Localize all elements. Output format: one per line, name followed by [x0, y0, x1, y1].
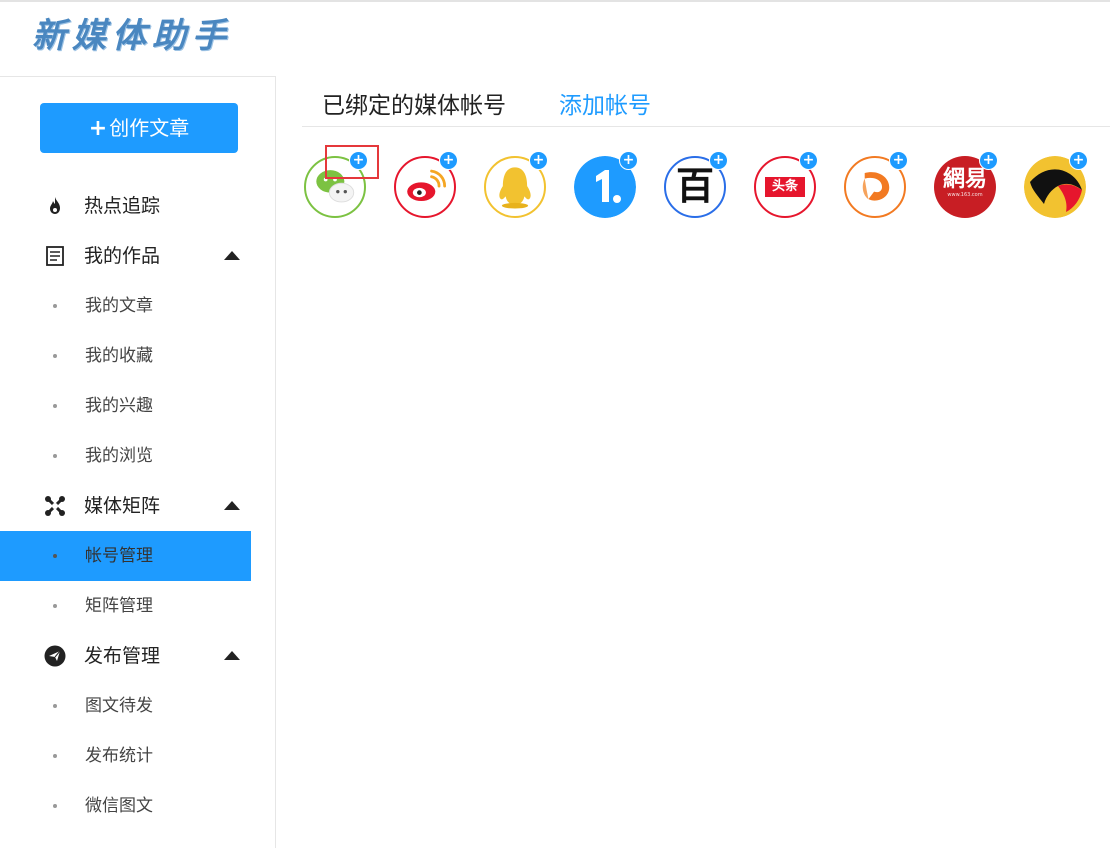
bullet-icon — [53, 454, 57, 458]
tab-bound-accounts[interactable]: 已绑定的媒体帐号 — [322, 86, 506, 120]
bullet-icon — [53, 554, 57, 558]
create-article-label: 创作文章 — [109, 116, 190, 140]
nav-sub-my-articles[interactable]: 我的文章 — [0, 281, 251, 331]
nav-label: 发布管理 — [84, 645, 161, 667]
flame-icon — [50, 197, 60, 214]
nav-label: 媒体矩阵 — [84, 495, 161, 517]
account-tabs: 已绑定的媒体帐号 添加帐号 — [302, 76, 1110, 127]
sub-label: 图文待发 — [85, 696, 153, 716]
sub-label: 矩阵管理 — [85, 596, 153, 616]
add-netease-button[interactable]: + — [979, 151, 998, 170]
caret-up-icon[interactable] — [224, 501, 240, 510]
bullet-icon — [53, 354, 57, 358]
nav-hot-tracking[interactable]: 热点追踪 — [0, 181, 251, 231]
nav-sub-my-favorites[interactable]: 我的收藏 — [0, 331, 251, 381]
add-qq-button[interactable]: + — [529, 151, 548, 170]
add-yidian-button[interactable]: + — [619, 151, 638, 170]
platform-sohu[interactable]: + — [1023, 151, 1088, 218]
nav-label: 我的作品 — [84, 245, 161, 267]
platform-yidian[interactable]: + — [573, 151, 638, 218]
add-sohu-button[interactable]: + — [1069, 151, 1088, 170]
sub-label: 我的文章 — [85, 296, 153, 316]
nav-sub-publish-stats[interactable]: 发布统计 — [0, 731, 251, 781]
platform-dayu[interactable]: + — [843, 151, 908, 218]
bullet-icon — [53, 804, 57, 808]
platform-qq[interactable]: + — [483, 151, 548, 218]
caret-up-icon[interactable] — [224, 251, 240, 260]
sidebar: + 创作文章 热点追踪 我的作品 我的文章 我的收藏 我的兴趣 我的浏览 媒体矩… — [0, 76, 276, 848]
add-dayu-button[interactable]: + — [889, 151, 908, 170]
highlight-box — [325, 145, 379, 179]
nav-sub-account-management[interactable]: 帐号管理 — [0, 531, 251, 581]
toutiao-glyph: 头条 — [765, 177, 805, 197]
plus-icon: + — [88, 116, 108, 141]
sub-label: 发布统计 — [85, 746, 153, 766]
sub-label: 微信图文 — [85, 796, 153, 816]
joomla-network-icon — [45, 496, 65, 516]
paper-plane-icon — [44, 645, 66, 667]
bullet-icon — [53, 304, 57, 308]
netease-subtext: www.163.com — [947, 192, 983, 198]
app-logo: 新媒体助手 — [32, 16, 232, 56]
bullet-icon — [53, 404, 57, 408]
add-baijiahao-button[interactable]: + — [709, 151, 728, 170]
platform-toutiao[interactable]: 头条 + — [753, 151, 818, 218]
caret-up-icon[interactable] — [224, 651, 240, 660]
nav-label: 热点追踪 — [84, 195, 161, 217]
platform-baijiahao[interactable]: 百 + — [663, 151, 728, 218]
baijiahao-glyph: 百 — [675, 163, 714, 208]
add-toutiao-button[interactable]: + — [799, 151, 818, 170]
sub-label: 我的收藏 — [85, 346, 153, 366]
bullet-icon — [53, 604, 57, 608]
add-weibo-button[interactable]: + — [439, 151, 458, 170]
sub-label: 我的浏览 — [85, 446, 153, 466]
nav-publish-management[interactable]: 发布管理 — [0, 631, 251, 681]
bullet-icon — [53, 704, 57, 708]
top-border — [0, 0, 1110, 2]
nav-sub-my-browsing[interactable]: 我的浏览 — [0, 431, 251, 481]
tab-add-account[interactable]: 添加帐号 — [559, 86, 651, 120]
platform-netease[interactable]: 網易 www.163.com + — [933, 151, 998, 218]
nav-my-works[interactable]: 我的作品 — [0, 231, 251, 281]
document-list-icon — [46, 246, 64, 266]
nav-sub-my-interests[interactable]: 我的兴趣 — [0, 381, 251, 431]
sub-label: 帐号管理 — [85, 546, 153, 566]
sub-label: 我的兴趣 — [85, 396, 153, 416]
nav-sub-wechat-articles[interactable]: 微信图文 — [0, 781, 251, 831]
platform-weibo[interactable]: + — [393, 151, 458, 218]
nav-sub-pending-posts[interactable]: 图文待发 — [0, 681, 251, 731]
create-article-button[interactable]: + 创作文章 — [40, 103, 238, 153]
nav-sub-matrix-management[interactable]: 矩阵管理 — [0, 581, 251, 631]
netease-glyph: 網易 — [942, 166, 987, 192]
nav-media-matrix[interactable]: 媒体矩阵 — [0, 481, 251, 531]
bullet-icon — [53, 754, 57, 758]
